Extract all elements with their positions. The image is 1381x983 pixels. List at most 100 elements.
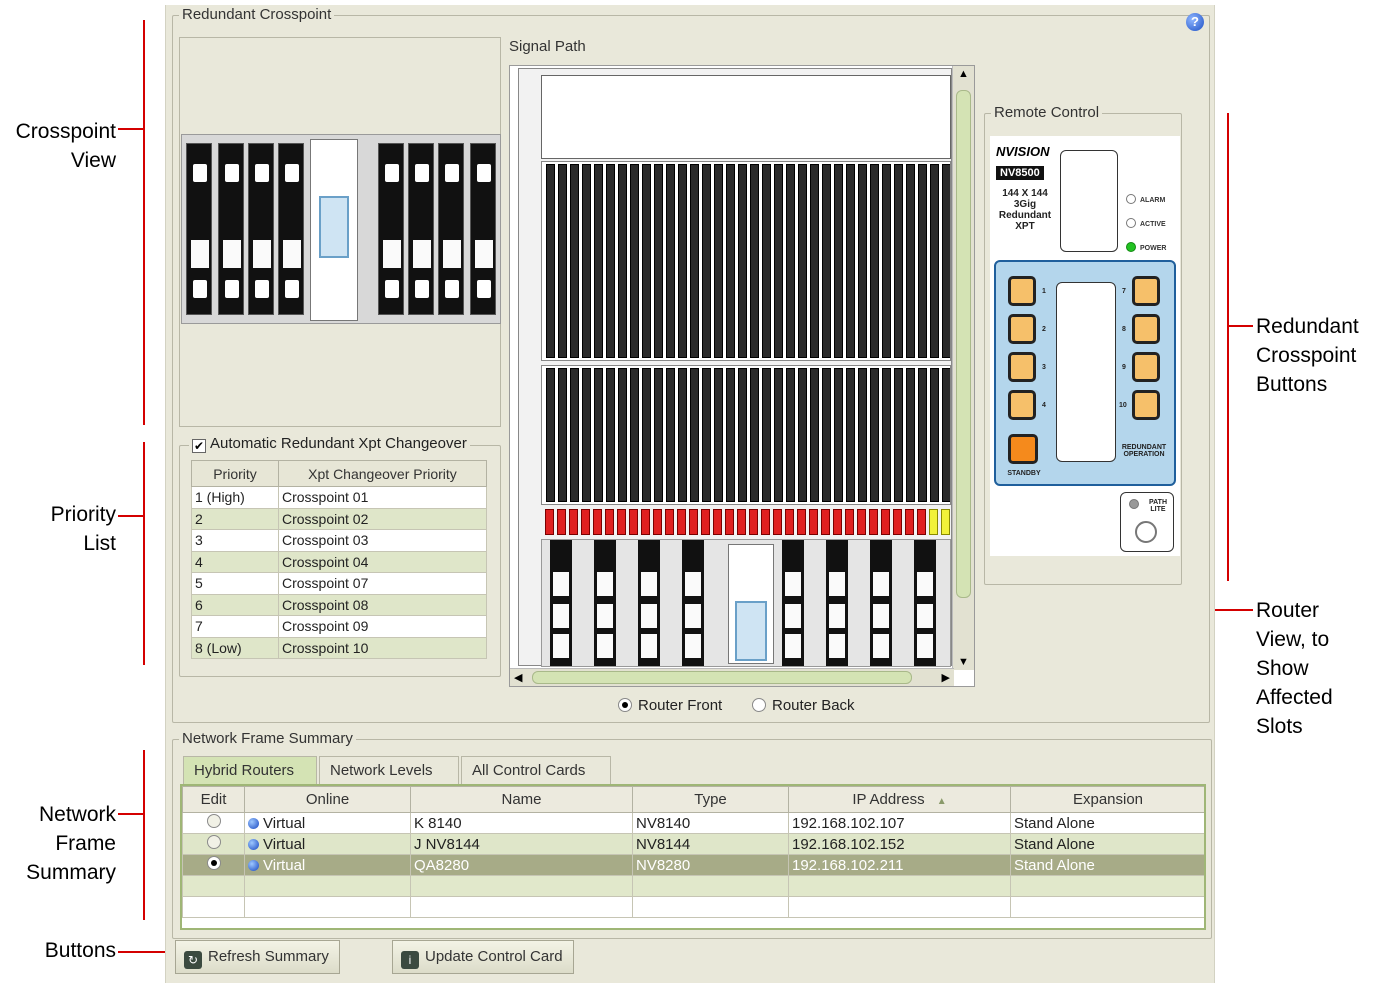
radio-unselected-icon[interactable] (752, 698, 766, 712)
radio-selected-icon[interactable] (618, 698, 632, 712)
auto-changeover-label: Automatic Redundant Xpt Changeover (210, 435, 467, 452)
router-card-strip (942, 164, 950, 358)
table-row-selected[interactable]: Virtual QA8280 NV8280 192.168.102.211 St… (182, 854, 1204, 876)
router-card-strip (858, 368, 867, 502)
redundant-button-7[interactable] (1132, 276, 1160, 306)
horizontal-scroll-thumb[interactable] (532, 671, 912, 684)
scroll-up-icon[interactable]: ▲ (958, 68, 969, 80)
edit-radio[interactable] (206, 856, 221, 870)
edit-radio[interactable] (206, 835, 221, 849)
router-card-strip (846, 164, 855, 358)
crosspoint-cell: Crosspoint 01 (278, 486, 487, 509)
affected-slot-marker (833, 509, 842, 535)
priority-row[interactable]: 7 Crosspoint 09 (191, 615, 487, 638)
vertical-scrollbar[interactable]: ▲ ▼ (952, 66, 974, 670)
affected-slot-marker (773, 509, 782, 535)
expansion-cell: Stand Alone (1010, 833, 1204, 855)
changeover-column-header[interactable]: Xpt Changeover Priority (278, 460, 487, 487)
crosspoint-cell: Crosspoint 09 (278, 615, 487, 638)
scroll-down-icon[interactable]: ▼ (958, 656, 969, 668)
path-lite-button[interactable]: PATH LITE (1120, 492, 1174, 552)
redundant-button-2[interactable] (1008, 314, 1036, 344)
network-frame-summary-title: Network Frame Summary (179, 730, 356, 747)
affected-slot-marker (893, 509, 902, 535)
path-lite-knob-icon (1135, 521, 1157, 543)
refresh-summary-button[interactable]: ↻ Refresh Summary (175, 940, 340, 974)
signal-path-view[interactable]: ▲ ▼ ◀ ▶ (509, 65, 975, 687)
button-number: 2 (1042, 326, 1046, 333)
redundant-button-3[interactable] (1008, 352, 1036, 382)
priority-row[interactable]: 6 Crosspoint 08 (191, 593, 487, 616)
router-front-radio[interactable]: Router Front (618, 697, 722, 714)
router-card-strip (786, 368, 795, 502)
redundant-button-9[interactable] (1132, 352, 1160, 382)
priority-row[interactable]: 1 (High) Crosspoint 01 (191, 486, 487, 509)
edit-cell[interactable] (182, 854, 245, 876)
router-card-strip (786, 164, 795, 358)
affected-slot-marker (665, 509, 674, 535)
affected-slot-marker (785, 509, 794, 535)
button-number: 8 (1122, 326, 1126, 333)
priority-column-header[interactable]: Priority (191, 460, 279, 487)
affected-slot-marker (797, 509, 806, 535)
table-row-empty (182, 896, 1204, 918)
priority-row[interactable]: 3 Crosspoint 03 (191, 529, 487, 552)
redundant-crosspoint-title: Redundant Crosspoint (179, 6, 335, 23)
standby-button[interactable] (1008, 434, 1038, 464)
redundant-operation-label: REDUNDANT OPERATION (1121, 444, 1167, 458)
auto-changeover-checkbox[interactable]: ✔ (192, 439, 206, 453)
auto-changeover-checkbox-row[interactable]: ✔ Automatic Redundant Xpt Changeover (189, 435, 470, 453)
callout-redundant-crosspoint-buttons: Redundant Crosspoint Buttons (1256, 315, 1359, 396)
edit-radio[interactable] (206, 814, 221, 828)
name-cell: QA8280 (410, 854, 633, 876)
update-control-card-button[interactable]: i Update Control Card (392, 940, 574, 974)
table-row[interactable]: Virtual K 8140 NV8140 192.168.102.107 St… (182, 812, 1204, 834)
led-icon (1126, 218, 1136, 228)
router-card-strip (654, 368, 663, 502)
callout-priority-list: Priority List (50, 503, 116, 555)
scroll-left-icon[interactable]: ◀ (514, 671, 522, 684)
tab-network-levels[interactable]: Network Levels (319, 756, 459, 784)
redundant-button-8[interactable] (1132, 314, 1160, 344)
redundant-button-1[interactable] (1008, 276, 1036, 306)
name-cell: J NV8144 (410, 833, 633, 855)
expansion-column-header[interactable]: Expansion (1010, 786, 1204, 813)
button-number: 4 (1042, 402, 1046, 409)
router-back-radio[interactable]: Router Back (752, 697, 855, 714)
type-column-header[interactable]: Type (632, 786, 789, 813)
router-card-strip (738, 164, 747, 358)
table-row[interactable]: Virtual J NV8144 NV8144 192.168.102.152 … (182, 833, 1204, 855)
router-crosspoint-row (541, 539, 951, 667)
redundant-button-4[interactable] (1008, 390, 1036, 420)
router-card-strip (894, 164, 903, 358)
name-column-header[interactable]: Name (410, 786, 633, 813)
priority-row[interactable]: 5 Crosspoint 07 (191, 572, 487, 595)
priority-row[interactable]: 4 Crosspoint 04 (191, 550, 487, 573)
priority-row[interactable]: 8 (Low) Crosspoint 10 (191, 636, 487, 659)
question-icon[interactable]: ? (1186, 13, 1204, 31)
priority-table: Priority Xpt Changeover Priority 1 (High… (191, 460, 487, 659)
horizontal-scrollbar[interactable]: ◀ ▶ (510, 668, 954, 686)
button-number: 7 (1122, 288, 1126, 295)
callout-bracket (143, 442, 145, 665)
edit-cell[interactable] (182, 812, 245, 834)
online-column-header[interactable]: Online (244, 786, 411, 813)
redundant-button-10[interactable] (1132, 390, 1160, 420)
router-crosspoint-card (914, 540, 936, 666)
scroll-right-icon[interactable]: ▶ (942, 671, 950, 684)
tab-hybrid-routers[interactable]: Hybrid Routers (183, 756, 317, 784)
router-card-strip (870, 368, 879, 502)
affected-slot-marker (881, 509, 890, 535)
affected-slot-marker (737, 509, 746, 535)
router-card-strip (678, 164, 687, 358)
priority-row[interactable]: 2 Crosspoint 02 (191, 507, 487, 530)
vertical-scroll-thumb[interactable] (956, 90, 971, 598)
edit-column-header[interactable]: Edit (182, 786, 245, 813)
callout-bracket (143, 750, 145, 920)
crosspoint-cell: Crosspoint 10 (278, 636, 487, 659)
affected-slot-marker (677, 509, 686, 535)
tab-all-control-cards[interactable]: All Control Cards (461, 756, 611, 784)
edit-cell[interactable] (182, 833, 245, 855)
ip-address-column-header[interactable]: IP Address ▲ (788, 786, 1011, 813)
type-cell: NV8280 (632, 854, 789, 876)
